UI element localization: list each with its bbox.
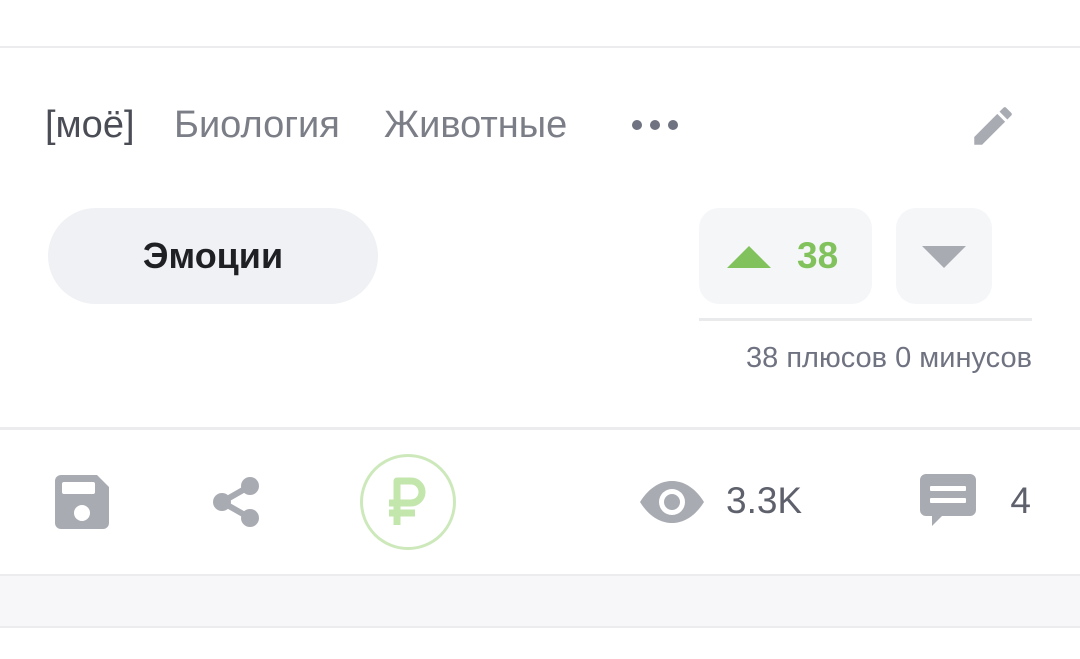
views-count: 3.3K <box>726 480 803 521</box>
donate-button[interactable] <box>360 454 456 550</box>
comments-count: 4 <box>1010 480 1031 521</box>
share-icon <box>213 477 259 527</box>
tag-moe[interactable]: [моё] <box>45 95 135 155</box>
top-strip <box>0 0 1080 48</box>
next-post-area <box>0 628 1080 659</box>
comments-button[interactable] <box>920 474 976 528</box>
floppy-disk-icon <box>55 475 109 529</box>
bottom-separator <box>0 574 1080 628</box>
eye-icon <box>640 481 704 523</box>
section-divider <box>0 427 1080 430</box>
rating-detail: 38 плюсов 0 минусов <box>746 342 1032 374</box>
ruble-icon <box>389 477 426 525</box>
tags-row: [моё] Биология Животные <box>0 95 1080 155</box>
comment-icon <box>920 474 976 526</box>
more-dots-icon[interactable] <box>632 117 678 133</box>
rating-count: 38 <box>797 235 839 276</box>
community-button[interactable]: Эмоции <box>48 208 378 304</box>
save-button[interactable] <box>55 475 109 529</box>
triangle-down-icon <box>922 246 966 268</box>
vote-up-button[interactable]: 38 <box>699 208 872 304</box>
vote-down-button[interactable] <box>896 208 992 304</box>
rating-divider <box>699 318 1032 321</box>
tag-animals[interactable]: Животные <box>384 95 567 155</box>
tag-biology[interactable]: Биология <box>174 95 340 155</box>
pencil-icon[interactable] <box>968 101 1018 151</box>
triangle-up-icon <box>727 246 771 268</box>
share-button[interactable] <box>211 476 261 528</box>
